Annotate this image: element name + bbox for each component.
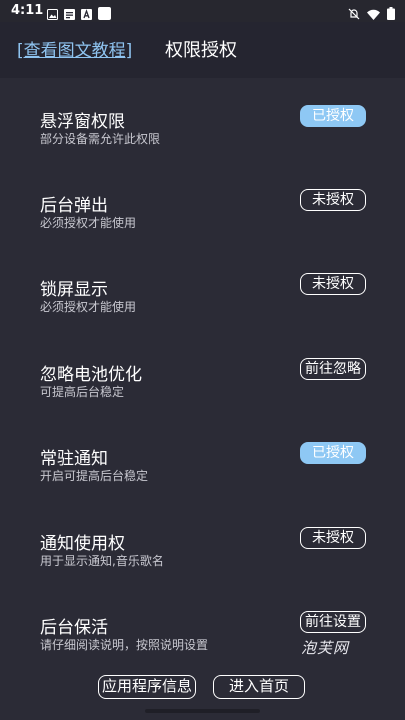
permission-title: 后台保活 [40,618,108,638]
permission-row-battery: 忽略电池优化 可提高后台稳定 前往忽略 [0,358,405,444]
notification-access-button[interactable]: 未授权 [300,527,366,549]
permission-desc: 必须授权才能使用 [40,216,137,230]
enter-home-button[interactable]: 进入首页 [213,675,305,699]
permission-desc: 部分设备需允许此权限 [40,132,161,146]
permission-row-notification: 常驻通知 开启可提高后台稳定 已授权 [0,442,405,528]
page-title: 权限授权 [165,40,237,61]
permission-row-lockscreen: 锁屏显示 必须授权才能使用 未授权 [0,273,405,359]
permission-title: 锁屏显示 [40,280,108,300]
tutorial-link[interactable]: [查看图文教程] [17,36,132,61]
permission-desc: 必须授权才能使用 [40,300,137,314]
permission-desc: 请仔细阅读说明，按照说明设置 [40,638,209,652]
app-info-button[interactable]: 应用程序信息 [98,675,196,699]
lockscreen-display-button[interactable]: 未授权 [300,273,366,295]
ignore-battery-button[interactable]: 前往忽略 [300,358,366,380]
permission-row-notification-access: 通知使用权 用于显示通知,音乐歌名 未授权 [0,527,405,613]
permission-row-background-popup: 后台弹出 必须授权才能使用 未授权 [0,189,405,275]
permission-title: 常驻通知 [40,449,108,469]
keepalive-settings-button[interactable]: 前往设置 [300,611,366,633]
overlay-permission-button[interactable]: 已授权 [300,105,366,127]
permission-desc: 用于显示通知,音乐歌名 [40,554,164,568]
watermark: 泡芙网 [301,639,350,657]
permission-desc: 可提高后台稳定 [40,385,125,399]
permission-row-overlay: 悬浮窗权限 部分设备需允许此权限 已授权 [0,105,405,191]
permission-title: 忽略电池优化 [40,365,142,385]
permission-desc: 开启可提高后台稳定 [40,469,149,483]
permission-title: 悬浮窗权限 [40,112,125,132]
status-time: 4:11 [11,3,44,18]
header: [查看图文教程] 权限授权 [0,22,405,78]
status-bar: 4:11 [0,0,405,22]
permission-title: 通知使用权 [40,534,125,554]
background-popup-button[interactable]: 未授权 [300,189,366,211]
permission-title: 后台弹出 [40,196,108,216]
navigation-handle[interactable] [145,709,260,713]
persistent-notification-button[interactable]: 已授权 [300,442,366,464]
